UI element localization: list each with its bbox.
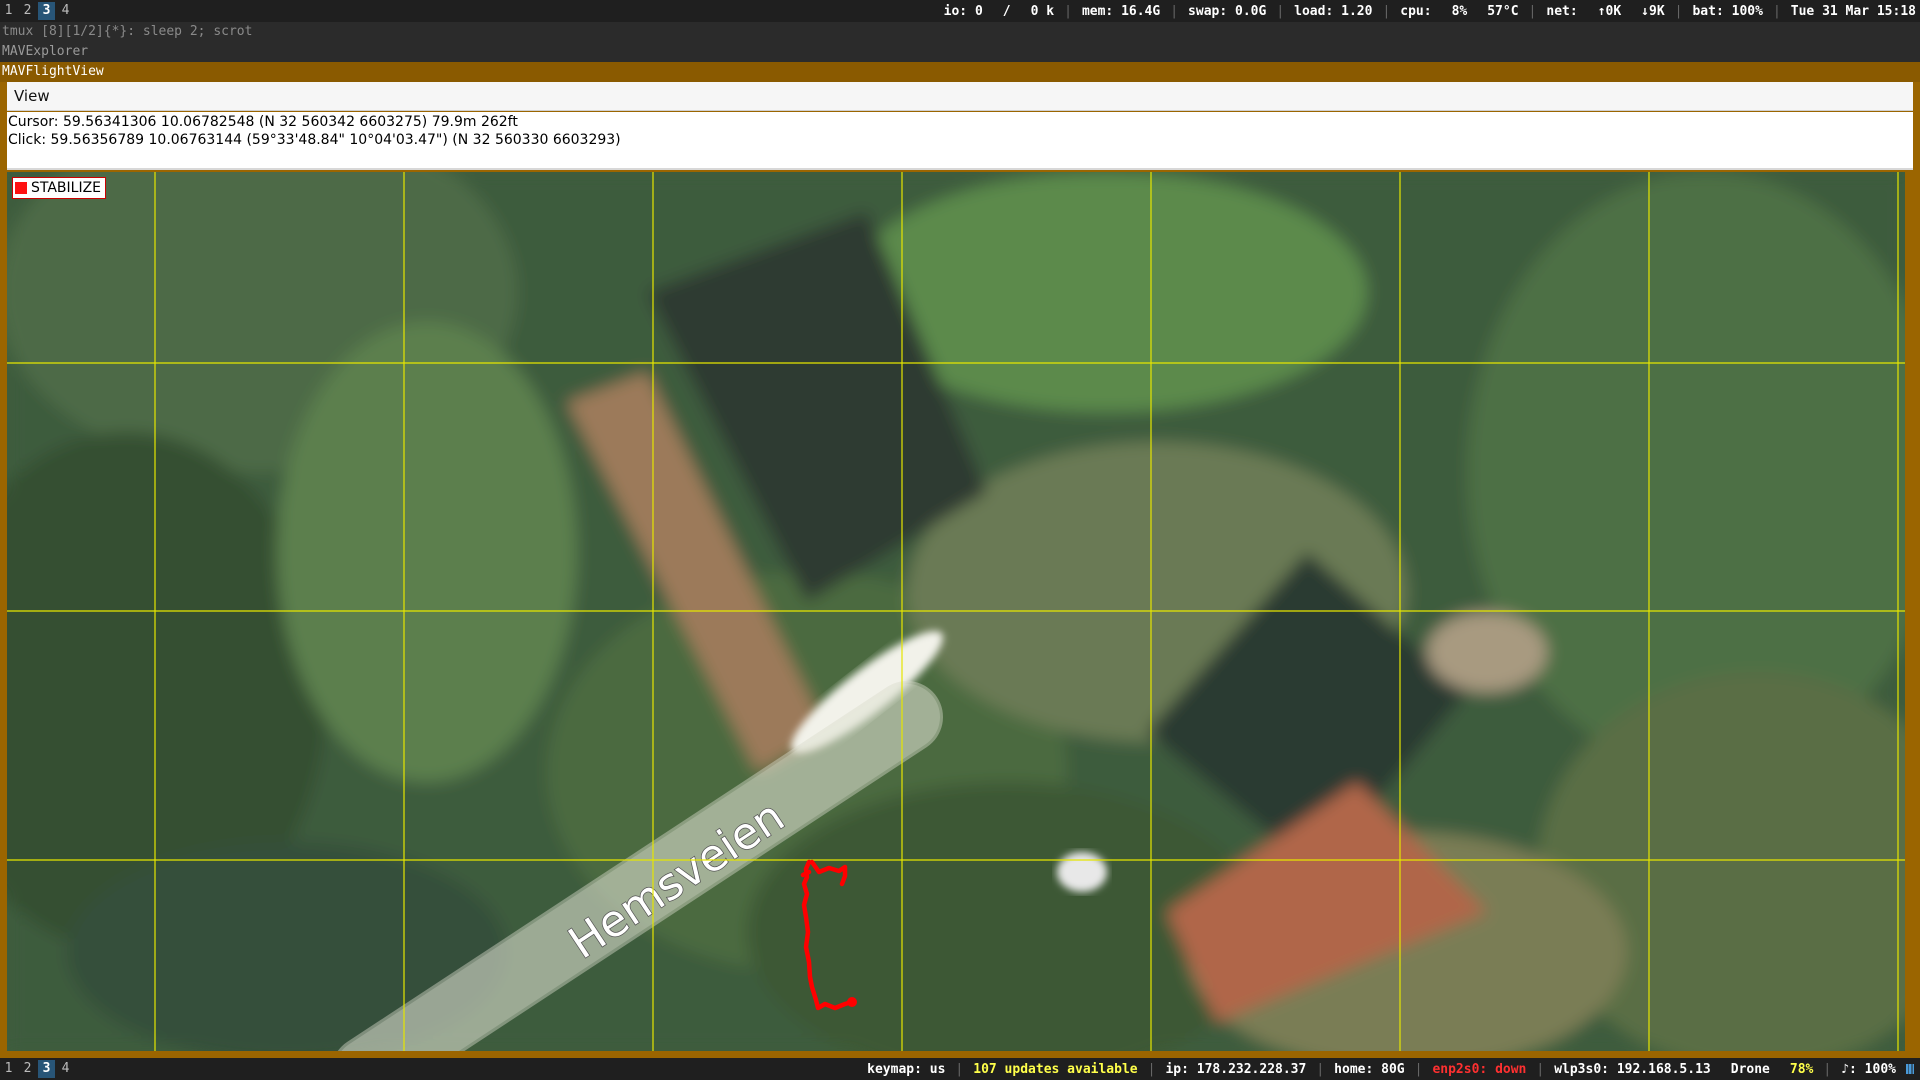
wifi-status: wlp3s0: 192.168.5.13 (1554, 1061, 1711, 1077)
workspace-1[interactable]: 1 (0, 2, 17, 20)
workspace-2-bottom[interactable]: 2 (19, 1060, 36, 1078)
workspace-switcher-bottom: 1 2 3 4 (0, 1058, 76, 1080)
view-menu[interactable]: View (14, 87, 50, 105)
workspace-switcher: 1 2 3 4 (0, 0, 76, 22)
io-separator: / (1002, 3, 1011, 19)
keymap-status: keymap: us (867, 1061, 946, 1077)
mem-status: mem: 16.4G (1081, 3, 1161, 19)
cursor-position-text: Cursor: 59.56341306 10.06782548 (N 32 56… (8, 114, 518, 130)
volume-status: ♪: 100% (1841, 1061, 1896, 1077)
updates-status: 107 updates available (973, 1061, 1138, 1077)
menu-bar: View (7, 82, 1913, 111)
workspace-3[interactable]: 3 (38, 2, 55, 20)
workspace-1-bottom[interactable]: 1 (0, 1060, 17, 1078)
cpu-label: cpu: (1400, 3, 1432, 19)
cpu-temp: 57°C (1487, 3, 1519, 19)
net-up: ↑0K (1597, 3, 1622, 19)
io-status: io: 0 (943, 3, 983, 19)
flight-track-end-marker (847, 997, 857, 1007)
system-status: io: 0 / 0 k | mem: 16.4G | swap: 0.0G | … (934, 4, 1920, 19)
battery-status: bat: 100% (1692, 3, 1763, 19)
swap-status: swap: 0.0G (1188, 3, 1267, 19)
bottom-status-bar: 1 2 3 4 keymap: us | 107 updates availab… (0, 1058, 1920, 1080)
click-position-text: Click: 59.56356789 10.06763144 (59°33'48… (8, 132, 621, 148)
cpu-percent: 8% (1451, 3, 1468, 19)
flightview-window: View Cursor: 59.56341306 10.06782548 (N … (0, 82, 1920, 1058)
flight-mode-text: STABILIZE (31, 180, 102, 196)
workspace-3-bottom[interactable]: 3 (38, 1060, 55, 1078)
home-disk-status: home: 80G (1334, 1061, 1405, 1077)
ethernet-status: enp2s0: down (1432, 1061, 1527, 1077)
io-rate: 0 k (1030, 3, 1055, 19)
top-status-bar: 1 2 3 4 io: 0 / 0 k | mem: 16.4G | swap:… (0, 0, 1920, 22)
mode-indicator-icon (15, 182, 27, 194)
flight-mode-badge: STABILIZE (12, 177, 107, 199)
workspace-4-bottom[interactable]: 4 (57, 1060, 74, 1078)
satellite-map[interactable]: Hemsveien STABILIZE (7, 172, 1905, 1051)
mavexplorer-window-title[interactable]: MAVExplorer (0, 42, 1920, 62)
wifi-signal: 78% (1789, 1061, 1814, 1077)
vehicle-object (1057, 852, 1107, 892)
position-info-panel: Cursor: 59.56341306 10.06782548 (N 32 56… (7, 112, 1913, 170)
tmux-window-title[interactable]: tmux [8][1/2]{*}: sleep 2; scrot (0, 22, 1920, 42)
bottom-status: keymap: us | 107 updates available | ip:… (857, 1062, 1920, 1077)
mavflightview-window-title[interactable]: MAVFlightView (0, 62, 1920, 82)
signal-bars-icon (1906, 1064, 1914, 1074)
workspace-2[interactable]: 2 (19, 2, 36, 20)
net-label: net: (1546, 3, 1578, 19)
workspace-4[interactable]: 4 (57, 2, 74, 20)
load-status: load: 1.20 (1294, 3, 1373, 19)
map-canvas[interactable]: Hemsveien (7, 172, 1905, 1051)
clock: Tue 31 Mar 15:18 (1790, 3, 1916, 19)
wifi-network-name: Drone (1730, 1061, 1770, 1077)
net-down: ↓9K (1641, 3, 1665, 19)
ip-status: ip: 178.232.228.37 (1165, 1061, 1307, 1077)
